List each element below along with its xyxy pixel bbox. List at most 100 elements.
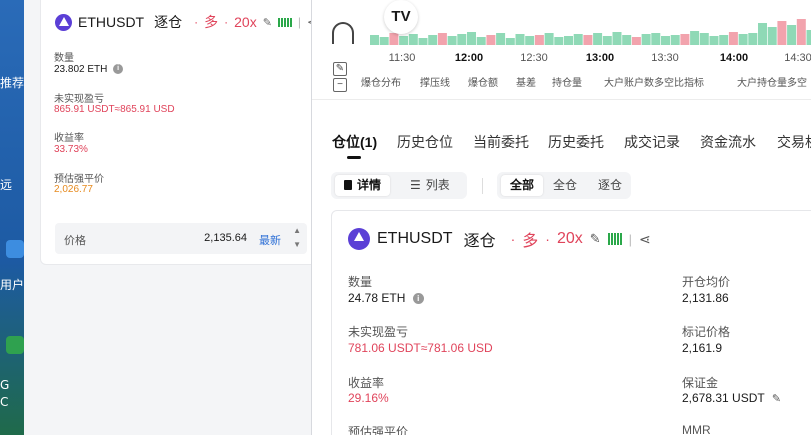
- tab-open-orders[interactable]: 当前委托: [473, 132, 529, 152]
- tab-position-history[interactable]: 历史仓位: [397, 132, 453, 152]
- indicator-tab[interactable]: 撑压线: [420, 74, 450, 89]
- volume-bar: [738, 34, 748, 45]
- list-view-button[interactable]: ☰ 列表: [401, 175, 459, 196]
- quantity-value: 23.802 ETH: [54, 64, 108, 75]
- quantity-label: 数量: [348, 275, 373, 289]
- left-window: ETHUSDT 逐仓 · 多 · 20x ✎ | ⋖ 数量 23.802 ETH…: [24, 0, 320, 435]
- quantity-label: 数量: [54, 53, 74, 64]
- roe-value: 29.16%: [348, 391, 389, 405]
- detail-view-button[interactable]: 详情: [335, 175, 391, 196]
- volume-bar: [554, 37, 564, 45]
- volume-bar: [379, 37, 389, 45]
- volume-bar: [583, 35, 593, 45]
- volume-bar: [602, 36, 612, 45]
- volume-bar: [515, 34, 525, 45]
- volume-bar: [399, 36, 409, 45]
- leverage: 20x: [556, 230, 583, 247]
- tradingview-logo-icon: TV: [384, 0, 418, 34]
- tab-trade-history[interactable]: 成交记录: [624, 132, 680, 152]
- filter-isolated[interactable]: 逐仓: [589, 175, 631, 196]
- desktop-app-icon[interactable]: [6, 240, 24, 258]
- indicator-tab[interactable]: 基差: [516, 74, 536, 89]
- time-label: 13:30: [651, 52, 679, 64]
- indicator-tab[interactable]: 大户持仓量多空: [737, 74, 807, 89]
- filter-all[interactable]: 全部: [501, 175, 544, 196]
- volume-bar: [690, 31, 700, 45]
- price-label: 价格: [64, 235, 86, 247]
- leverage-level-icon: [607, 233, 622, 245]
- margin-row: 2,678.31 USDT ✎: [682, 391, 781, 405]
- position-card-left: ETHUSDT 逐仓 · 多 · 20x ✎ | ⋖ 数量 23.802 ETH…: [40, 0, 320, 265]
- position-header: ETHUSDT 逐仓 · 多 · 20x ✎ | ⋖: [348, 227, 651, 251]
- leverage: 20x: [234, 14, 257, 30]
- desktop-background: 推荐 远 用户 G C: [0, 0, 24, 435]
- leverage-level-icon: [277, 17, 292, 27]
- volume-bar: [796, 19, 806, 45]
- edit-leverage-icon[interactable]: ✎: [263, 16, 272, 29]
- price-input[interactable]: 价格 2,135.64 最新 ▲ ▼: [55, 223, 307, 254]
- desktop-app-icon[interactable]: [6, 336, 24, 354]
- volume-bar: [437, 33, 447, 45]
- position-tabs: 仓位(1) 历史仓位 当前委托 历史委托 成交记录 资金流水 交易机: [312, 120, 811, 160]
- direction-badge: 多: [522, 233, 539, 250]
- volume-bar: [699, 33, 709, 45]
- drawing-tool-icon[interactable]: ✎: [333, 62, 347, 76]
- mark-price-value: 2,161.9: [682, 341, 723, 355]
- collapse-icon[interactable]: −: [333, 78, 347, 92]
- quantity-row: 23.802 ETH i: [54, 64, 124, 75]
- symbol: ETHUSDT: [377, 230, 453, 247]
- liq-value: 2,026.77: [54, 184, 93, 195]
- roe-label: 收益率: [54, 133, 84, 144]
- volume-bar: [564, 36, 573, 45]
- volume-bar: [573, 34, 583, 45]
- desktop-label: 远: [0, 178, 13, 192]
- share-icon[interactable]: ⋖: [639, 231, 651, 248]
- volume-bar: [622, 35, 632, 45]
- tab-trading-bot[interactable]: 交易机: [777, 132, 811, 152]
- info-icon[interactable]: i: [113, 64, 124, 75]
- time-label: 14:00: [719, 52, 749, 64]
- position-header: ETHUSDT 逐仓 · 多 · 20x ✎ | ⋖: [55, 12, 317, 32]
- volume-bar: [728, 32, 738, 45]
- filter-cross[interactable]: 全仓: [544, 175, 586, 196]
- indicator-tab[interactable]: 大户账户数多空比指标: [604, 74, 704, 89]
- eth-icon: [55, 13, 72, 31]
- volume-bar: [593, 33, 603, 45]
- pnl-value: 865.91 USDT≈865.91 USD: [54, 104, 175, 115]
- info-icon[interactable]: i: [412, 293, 424, 305]
- volume-bar: [525, 36, 535, 45]
- detail-icon: [344, 180, 352, 190]
- volume-bar: [486, 35, 496, 45]
- price-stepper[interactable]: ▲ ▼: [293, 224, 301, 252]
- indicator-tab[interactable]: 爆仓分布: [361, 74, 401, 89]
- roe-label: 收益率: [348, 376, 385, 390]
- volume-bar: [534, 35, 544, 45]
- tab-funding-flow[interactable]: 资金流水: [700, 132, 756, 152]
- pnl-label: 未实现盈亏: [348, 325, 409, 339]
- margin-label: 保证金: [682, 376, 719, 390]
- volume-bar: [370, 35, 379, 45]
- view-toggle: 详情 ☰ 列表: [331, 172, 467, 199]
- latest-price-button[interactable]: 最新: [259, 232, 281, 248]
- edit-margin-icon[interactable]: ✎: [772, 393, 781, 405]
- volume-bar: [467, 32, 476, 45]
- symbol: ETHUSDT: [78, 14, 145, 30]
- volume-bar: [767, 27, 777, 45]
- margin-mode: 逐仓: [463, 233, 496, 250]
- volume-bar: [612, 32, 622, 45]
- volume-bar: [777, 21, 787, 45]
- indicator-tab[interactable]: 持仓量: [552, 74, 582, 89]
- volume-bar: [661, 36, 670, 45]
- volume-bar: [719, 35, 729, 45]
- edit-leverage-icon[interactable]: ✎: [590, 231, 601, 247]
- volume-bar: [758, 23, 767, 45]
- tab-order-history[interactable]: 历史委托: [548, 132, 604, 152]
- magnet-icon[interactable]: [332, 22, 354, 44]
- active-tab-indicator: [347, 156, 361, 159]
- indicator-tab[interactable]: 爆仓额: [468, 74, 498, 89]
- tab-positions[interactable]: 仓位(1): [332, 132, 377, 152]
- mmr-label: MMR: [682, 423, 711, 435]
- volume-bar: [544, 33, 554, 45]
- volume-bar: [418, 38, 428, 45]
- liq-label: 预估强平价: [348, 425, 409, 435]
